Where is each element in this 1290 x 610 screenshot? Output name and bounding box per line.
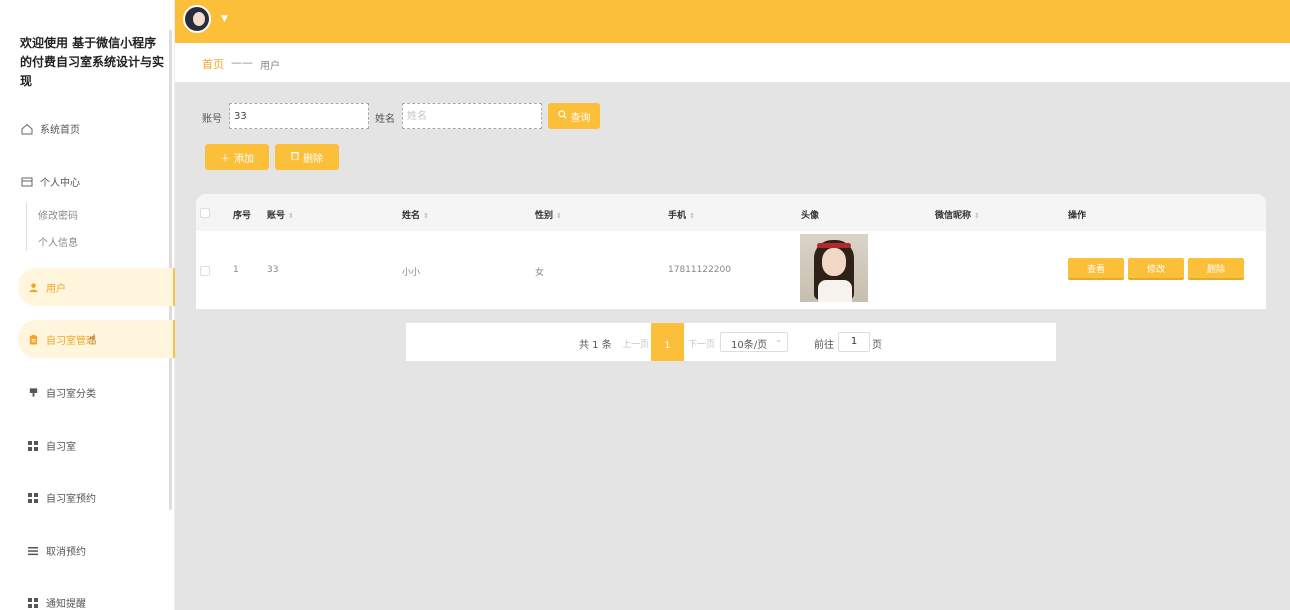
sidebar-item-label: 自习室预约: [46, 494, 96, 505]
sidebar-item-room[interactable]: 自习室: [26, 438, 201, 453]
chevron-down-icon: ⌄: [775, 335, 782, 344]
cell-account: 33: [267, 265, 279, 275]
page-suffix: 页: [872, 340, 882, 351]
sidebar-item-label: 系统首页: [40, 125, 80, 136]
prev-page-button[interactable]: 上一页: [622, 337, 649, 350]
sidebar-item-home[interactable]: 系统首页: [20, 121, 195, 136]
pagination: 共 1 条 上一页 1 下一页 10条/页 ⌄ 前往 1 页: [406, 323, 1056, 361]
users-table: 序号 账号 ⇕ 姓名 ⇕ 性别 ⇕ 手机 ⇕ 头像 微信昵称 ⇕ 操作 1 33 小小 女…: [196, 194, 1266, 309]
account-input[interactable]: [229, 103, 369, 129]
cell-index: 1: [233, 265, 239, 275]
row-checkbox[interactable]: [200, 266, 210, 276]
sort-icon[interactable]: ⇕: [689, 212, 695, 220]
goto-label: 前往: [814, 340, 834, 351]
avatar-image: [800, 234, 868, 302]
sidebar-item-cancel-booking[interactable]: 取消预约: [26, 543, 201, 558]
column-header-label: 账号: [267, 211, 286, 221]
sidebar-item-personal-center[interactable]: 个人中心: [20, 174, 195, 189]
cell-name: 小小: [402, 268, 421, 278]
chevron-down-icon[interactable]: ▼: [221, 14, 228, 24]
sort-icon[interactable]: ⇕: [556, 212, 562, 220]
sidebar-item-label: 个人中心: [40, 178, 80, 189]
user-avatar[interactable]: [183, 5, 211, 33]
sort-icon[interactable]: ⇕: [423, 212, 429, 220]
delete-button-label: 删除: [303, 153, 323, 165]
user-icon: [26, 280, 40, 294]
column-header-gender[interactable]: 性别 ⇕: [535, 208, 562, 221]
sidebar: 欢迎使用 基于微信小程序的付费自习室系统设计与实现 系统首页 个人中心 修改密码…: [0, 0, 175, 610]
id-card-icon: [20, 175, 34, 189]
breadcrumb-home[interactable]: 首页: [202, 56, 224, 72]
grid-icon: [26, 491, 40, 505]
category-icon: [26, 386, 40, 400]
search-icon: [557, 110, 567, 122]
cell-phone: 17811122200: [668, 265, 731, 275]
sidebar-item-notifications[interactable]: 通知提醒: [26, 595, 201, 610]
sidebar-item-label: 取消预约: [46, 547, 86, 558]
sidebar-item-label: 通知提醒: [46, 599, 86, 610]
clipboard-icon: [26, 332, 40, 346]
sidebar-item-label: 自习室: [46, 442, 76, 453]
account-label: 账号: [202, 114, 222, 125]
sort-icon[interactable]: ⇕: [288, 212, 294, 220]
page-size-value: 10条/页: [731, 340, 768, 351]
goto-page-input[interactable]: 1: [838, 332, 870, 352]
column-header-label: 姓名: [402, 211, 421, 221]
sort-icon[interactable]: ⇕: [974, 212, 980, 220]
add-button[interactable]: ＋ 添加: [205, 144, 269, 170]
select-all-checkbox[interactable]: [200, 208, 210, 218]
app-title: 欢迎使用 基于微信小程序的付费自习室系统设计与实现: [20, 36, 165, 88]
column-header-avatar: 头像: [801, 211, 820, 221]
sidebar-item-room-category[interactable]: 自习室分类: [26, 385, 201, 400]
breadcrumb-separator: ——: [231, 56, 253, 69]
column-header-label: 性别: [535, 211, 554, 221]
next-page-button[interactable]: 下一页: [688, 337, 715, 350]
name-input[interactable]: [402, 103, 542, 129]
sidebar-item-room-management[interactable]: 自习室管理 ☝: [18, 320, 175, 358]
breadcrumb-current: 用户: [260, 61, 280, 72]
sidebar-item-label: 自习室分类: [46, 389, 96, 400]
column-header-label: 手机: [668, 211, 687, 221]
query-button-label: 查询: [570, 112, 591, 124]
sidebar-item-room-booking[interactable]: 自习室预约: [26, 490, 201, 505]
column-header-name[interactable]: 姓名 ⇕: [402, 208, 429, 221]
column-header-actions: 操作: [1068, 211, 1087, 221]
column-header-label: 微信昵称: [935, 211, 972, 221]
sidebar-item-label: 用户: [46, 283, 66, 295]
edit-button[interactable]: 修改: [1128, 258, 1184, 280]
column-header-nickname[interactable]: 微信昵称 ⇕: [935, 208, 980, 221]
name-label: 姓名: [375, 114, 395, 125]
sidebar-subitem-profile[interactable]: 个人信息: [38, 234, 78, 249]
plus-icon: ＋: [220, 153, 230, 165]
query-button[interactable]: 查询: [548, 103, 600, 129]
pagination-total: 共 1 条: [579, 340, 612, 351]
page-number-current[interactable]: 1: [651, 323, 684, 361]
hand-cursor-icon: ☝: [88, 332, 97, 348]
home-icon: [20, 122, 34, 136]
sidebar-subitem-change-password[interactable]: 修改密码: [38, 207, 78, 222]
page-size-select[interactable]: 10条/页 ⌄: [720, 332, 788, 352]
column-header-index: 序号: [233, 211, 252, 221]
trash-icon: [291, 151, 299, 163]
cell-gender: 女: [535, 268, 545, 278]
breadcrumb: 首页 —— 用户: [175, 43, 1290, 82]
column-header-account[interactable]: 账号 ⇕: [267, 208, 294, 221]
submenu-line: [26, 203, 27, 251]
grid-icon: [26, 596, 40, 610]
table-header: 序号 账号 ⇕ 姓名 ⇕ 性别 ⇕ 手机 ⇕ 头像 微信昵称 ⇕ 操作: [196, 194, 1266, 231]
sidebar-item-users[interactable]: 用户: [18, 268, 175, 306]
column-header-phone[interactable]: 手机 ⇕: [668, 208, 695, 221]
view-button[interactable]: 查看: [1068, 258, 1124, 280]
grid-icon: [26, 439, 40, 453]
add-button-label: 添加: [234, 153, 254, 165]
delete-button[interactable]: 删除: [275, 144, 339, 170]
row-delete-button[interactable]: 删除: [1188, 258, 1244, 280]
top-bar: ▼: [175, 0, 1290, 43]
list-icon: [26, 544, 40, 558]
